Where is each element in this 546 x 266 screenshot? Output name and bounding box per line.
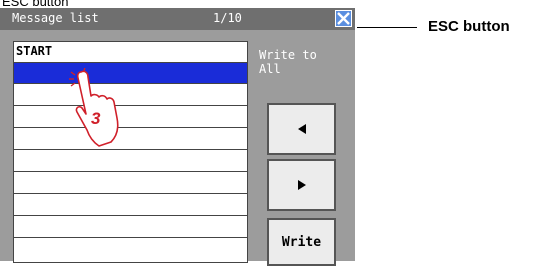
- list-row-text: START: [16, 44, 53, 58]
- write-target-label-line2: All: [259, 62, 281, 76]
- next-button[interactable]: [267, 159, 336, 211]
- tap-hand-icon: 3: [69, 68, 119, 147]
- list-row[interactable]: [14, 217, 247, 238]
- list-row[interactable]: [14, 195, 247, 216]
- previous-button[interactable]: [267, 103, 336, 155]
- page-indicator: 1/10: [213, 11, 242, 25]
- list-row[interactable]: START: [14, 42, 247, 63]
- callout-leader-line: [357, 27, 417, 28]
- write-button[interactable]: Write: [267, 218, 336, 266]
- title-bar: Message list 1/10: [0, 8, 355, 30]
- left-triangle-icon: [297, 124, 306, 134]
- write-button-label: Write: [281, 234, 322, 250]
- list-row[interactable]: [14, 173, 247, 194]
- list-row[interactable]: [14, 239, 247, 260]
- write-target-label-line1: Write to: [259, 48, 317, 62]
- right-triangle-icon: [297, 180, 306, 190]
- step-number: 3: [91, 109, 101, 128]
- esc-button[interactable]: [335, 10, 352, 27]
- window-title: Message list: [12, 11, 99, 25]
- list-row[interactable]: [14, 151, 247, 172]
- write-target-label: Write to All: [259, 48, 317, 76]
- message-list-window: Message list 1/10 START Write to All Wri…: [0, 8, 355, 266]
- close-icon: [337, 12, 350, 25]
- esc-button-callout: ESC button: [428, 18, 510, 35]
